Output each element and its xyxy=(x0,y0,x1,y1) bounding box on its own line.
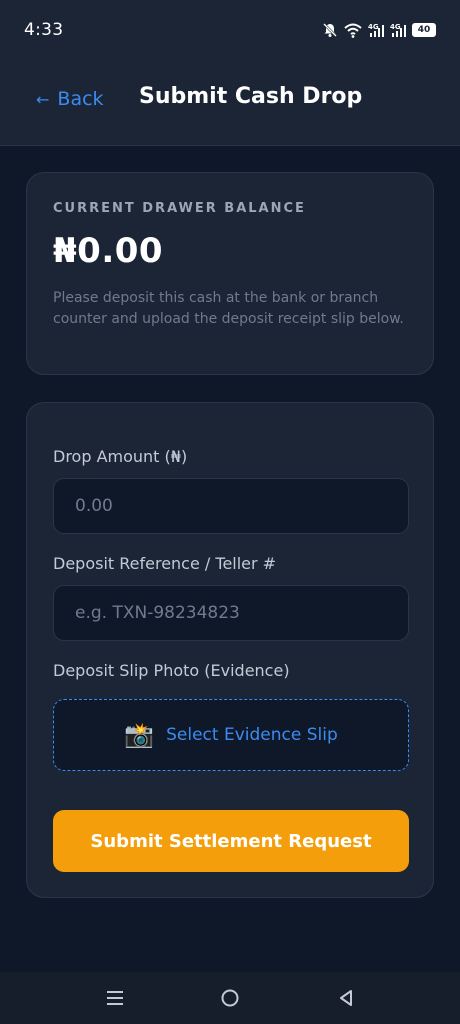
bell-off-icon xyxy=(322,22,338,38)
arrow-left-icon: ← xyxy=(36,89,50,109)
deposit-slip-label: Deposit Slip Photo (Evidence) xyxy=(53,661,290,680)
status-icons: 4G 4G 40 xyxy=(322,19,436,41)
back-label: Back xyxy=(57,88,104,110)
battery-level: 40 xyxy=(417,25,431,35)
status-time: 4:33 xyxy=(24,20,64,40)
recent-apps-icon xyxy=(107,991,123,1005)
select-evidence-slip-button[interactable]: 📸 Select Evidence Slip xyxy=(53,699,409,771)
page-title: Submit Cash Drop xyxy=(139,84,363,109)
upload-label: Select Evidence Slip xyxy=(166,725,338,745)
nav-back-button[interactable] xyxy=(334,986,358,1010)
network-type-label-1: 4G xyxy=(368,23,379,31)
network-type-label-2: 4G xyxy=(390,23,401,31)
system-nav-bar xyxy=(0,972,460,1024)
home-icon xyxy=(221,989,239,1007)
back-triangle-icon xyxy=(340,990,352,1006)
signal-icon-2: 4G xyxy=(390,22,406,38)
home-button[interactable] xyxy=(218,986,242,1010)
balance-amount: ₦0.00 xyxy=(53,231,164,271)
app-header: ← Back Submit Cash Drop xyxy=(0,60,460,146)
battery-icon: 40 xyxy=(412,23,436,37)
submit-settlement-button[interactable]: Submit Settlement Request xyxy=(53,810,409,872)
wifi-icon xyxy=(344,23,362,38)
deposit-reference-input[interactable] xyxy=(53,585,409,641)
recent-apps-button[interactable] xyxy=(103,986,127,1010)
balance-note: Please deposit this cash at the bank or … xyxy=(53,290,404,327)
deposit-reference-label: Deposit Reference / Teller # xyxy=(53,554,277,573)
signal-icon-1: 4G xyxy=(368,22,384,38)
back-button[interactable]: ← Back xyxy=(36,86,104,112)
camera-flash-icon: 📸 xyxy=(124,721,155,749)
drop-amount-label: Drop Amount (₦) xyxy=(53,447,188,466)
drop-amount-input[interactable] xyxy=(53,478,409,534)
balance-card: CURRENT DRAWER BALANCE ₦0.00 Please depo… xyxy=(26,172,434,375)
balance-label: CURRENT DRAWER BALANCE xyxy=(53,201,306,216)
status-bar: 4:33 4G 4G 40 xyxy=(0,0,460,60)
cash-drop-form: Drop Amount (₦) Deposit Reference / Tell… xyxy=(26,402,434,898)
